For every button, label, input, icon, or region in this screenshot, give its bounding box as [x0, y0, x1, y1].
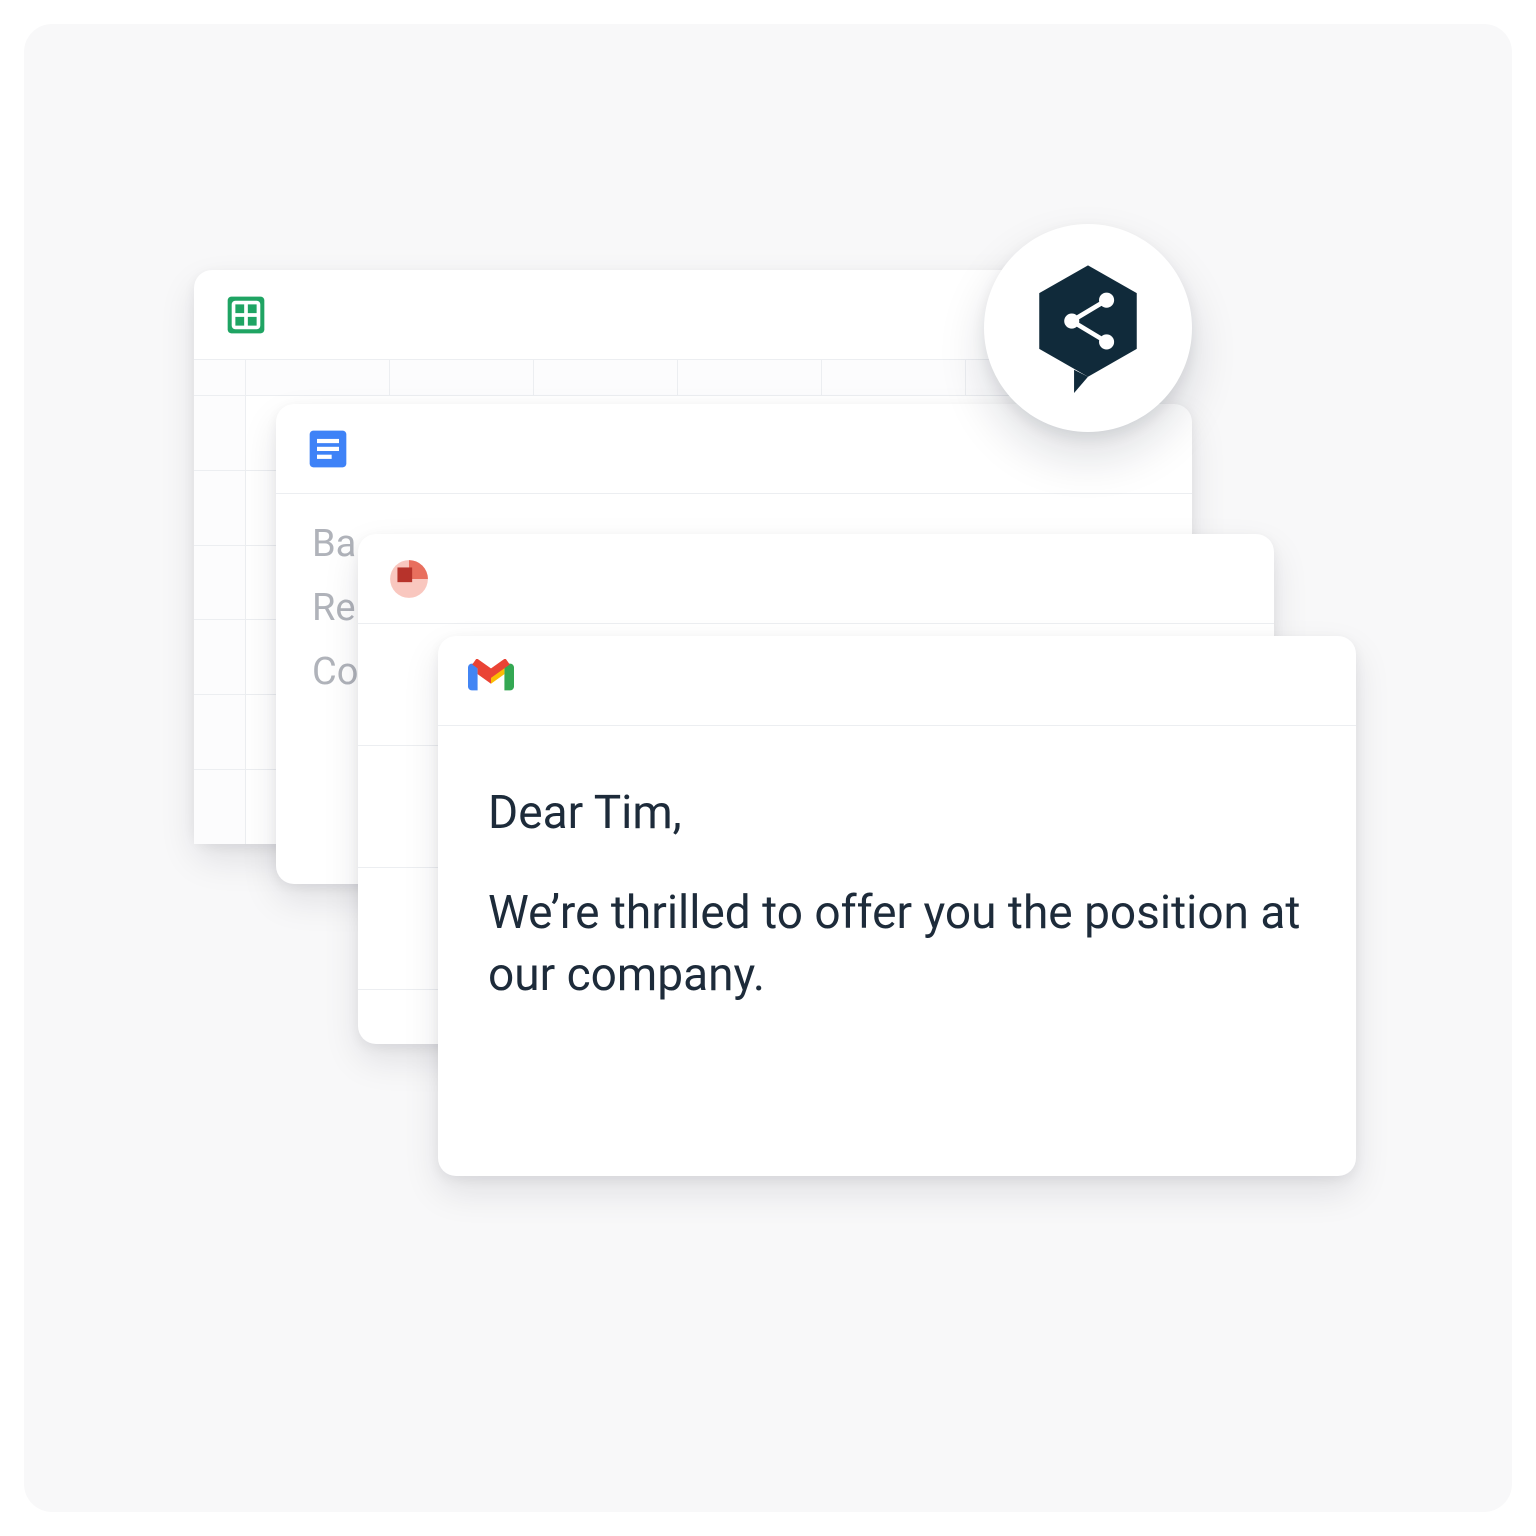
gmail-card: Dear Tim, We’re thrilled to offer you th… [438, 636, 1356, 1176]
canvas: Ba Re Co [24, 24, 1512, 1512]
email-text: We’re thrilled to offer you the position… [488, 882, 1306, 1006]
gmail-header [438, 636, 1356, 726]
email-body: Dear Tim, We’re thrilled to offer you th… [438, 726, 1356, 1084]
slides-header [358, 534, 1274, 624]
google-docs-icon [306, 427, 350, 471]
google-sheets-icon [224, 293, 268, 337]
share-hex-icon [1029, 263, 1147, 393]
share-badge [984, 224, 1192, 432]
gmail-icon [468, 659, 512, 703]
sheets-column-headers [194, 360, 1110, 396]
google-slides-icon [388, 558, 430, 600]
email-greeting: Dear Tim, [488, 782, 1306, 844]
sheets-header [194, 270, 1110, 360]
